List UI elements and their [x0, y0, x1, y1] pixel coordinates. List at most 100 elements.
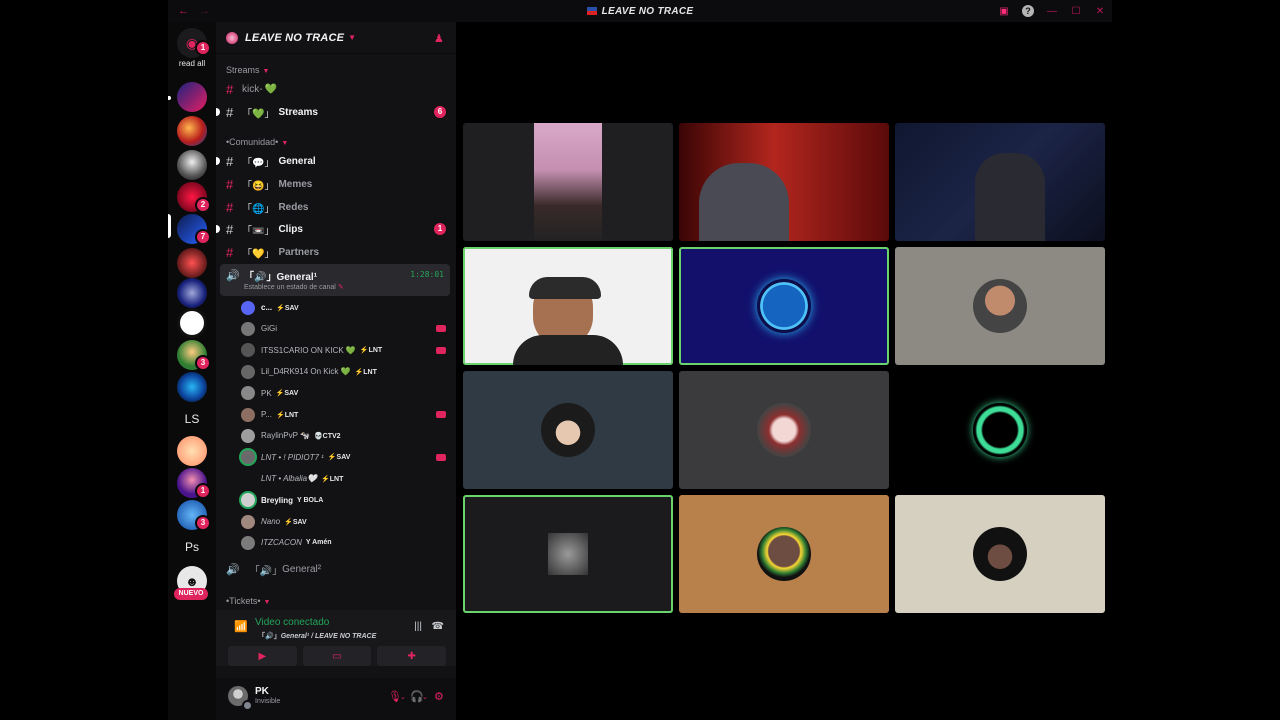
mention-badge: 6	[434, 106, 446, 118]
avatar	[973, 403, 1027, 457]
gear-icon[interactable]: ⚙	[434, 690, 444, 703]
avatar	[241, 343, 255, 358]
user-tag: Y BOLA	[297, 496, 324, 504]
disconnect-icon[interactable]: ☎	[432, 621, 444, 632]
category-comunidad[interactable]: •Comunidad• ▼	[226, 137, 288, 147]
channel-streams[interactable]: # 「💚」 Streams 6	[216, 102, 448, 122]
live-video-icon	[436, 453, 446, 461]
category-streams[interactable]: Streams ▼	[226, 65, 269, 75]
server-icon-2[interactable]	[177, 116, 207, 146]
server-icon-7[interactable]	[177, 308, 207, 338]
voice-status[interactable]: Video conectado	[255, 617, 329, 628]
voice-user-name: GiGi	[261, 324, 277, 334]
server-icon-5[interactable]	[177, 248, 207, 278]
voice-channel-general[interactable]: 🔊 「🔊」General¹ 1:28:01 Establece un estad…	[220, 264, 450, 296]
server-icon-6[interactable]	[177, 278, 207, 308]
server-icon-10[interactable]	[177, 436, 207, 466]
channel-clips[interactable]: # 「📼」 Clips 1	[216, 219, 448, 239]
chevron-down-icon[interactable]: ⌄	[422, 693, 428, 701]
server-icon	[226, 31, 238, 44]
read-all-button[interactable]: read all	[168, 59, 216, 68]
video-tile-speaking[interactable]	[463, 247, 673, 365]
voice-user[interactable]: P... ⚡LNT	[241, 405, 446, 424]
video-tile-speaking[interactable]	[679, 247, 889, 365]
history-nav: ← →	[178, 5, 210, 17]
channel-status[interactable]: Establece un estado de canal ✎	[244, 283, 344, 291]
user-tag: 💀CTV2	[313, 432, 341, 440]
video-tile[interactable]	[463, 371, 673, 489]
video-tile[interactable]	[895, 123, 1105, 241]
server-icon-ls[interactable]: LS	[177, 404, 207, 434]
voice-user[interactable]: LNT • Albalia🤍 ⚡LNT	[241, 469, 446, 488]
noise-suppression-icon[interactable]: |||	[414, 621, 422, 632]
invite-icon[interactable]: ♟	[434, 32, 446, 45]
arrow-right-icon[interactable]: →	[199, 5, 210, 17]
voice-user[interactable]: LNT • ! PIDIOT7 ¹ ⚡SAV	[241, 448, 446, 467]
camera-button[interactable]: ▶	[228, 646, 297, 666]
arrow-left-icon[interactable]: ←	[178, 5, 189, 17]
video-tile[interactable]	[463, 123, 673, 241]
server-icon-3[interactable]	[177, 150, 207, 180]
voice-user-name: RaylinPvP 🐄	[261, 431, 310, 441]
video-tile[interactable]	[679, 123, 889, 241]
video-tile[interactable]	[895, 247, 1105, 365]
voice-user[interactable]: Nano ⚡SAV	[241, 512, 446, 531]
video-tile[interactable]	[679, 371, 889, 489]
avatar	[757, 403, 811, 457]
video-tile[interactable]	[895, 495, 1105, 613]
title-bar: ← → LEAVE NO TRACE ▣ ? — ☐ ✕	[168, 0, 1112, 22]
mention-badge: 1	[434, 223, 446, 235]
new-badge: NUEVO	[174, 588, 208, 600]
video-tile[interactable]	[679, 495, 889, 613]
voice-user[interactable]: ITZCACON Y Amén	[241, 533, 446, 552]
avatar	[241, 493, 255, 508]
voice-user[interactable]: PK ⚡SAV	[241, 384, 446, 403]
server-icon-1[interactable]	[177, 82, 207, 112]
server-badge: 1	[195, 483, 211, 499]
video-feed	[534, 123, 602, 241]
help-button[interactable]: ?	[1016, 5, 1040, 17]
user-tag: ⚡LNT	[359, 347, 383, 355]
avatar	[241, 300, 255, 315]
channel-general[interactable]: # 「💬」 General	[216, 151, 448, 171]
unread-indicator	[216, 225, 220, 233]
discord-window: ← → LEAVE NO TRACE ▣ ? — ☐ ✕ ◉ 1 read al…	[168, 0, 1112, 720]
video-tile[interactable]	[895, 371, 1105, 489]
server-badge: 3	[195, 515, 211, 531]
server-icon-9[interactable]	[177, 372, 207, 402]
maximize-button[interactable]: ☐	[1064, 6, 1088, 17]
voice-user[interactable]: RaylinPvP 🐄 💀CTV2	[241, 426, 446, 445]
signal-icon[interactable]: 📶	[234, 620, 248, 633]
channel-memes[interactable]: # 「😆」 Memes	[226, 174, 448, 194]
voice-user-name: PK	[261, 388, 272, 398]
voice-user[interactable]: GiGi	[241, 319, 446, 338]
flag-icon	[586, 6, 597, 15]
voice-location[interactable]: 「🔊」General¹ / LEAVE NO TRACE	[258, 631, 376, 641]
minimize-button[interactable]: —	[1040, 6, 1064, 17]
user-tag: ⚡SAV	[276, 304, 299, 312]
username[interactable]: PK	[255, 686, 269, 697]
user-tag: ⚡SAV	[284, 518, 307, 526]
channel-redes[interactable]: # 「🌐」 Redes	[226, 197, 448, 217]
server-icon-ps[interactable]: Ps	[177, 532, 207, 562]
chevron-down-icon[interactable]: ⌄	[400, 693, 406, 701]
voice-user[interactable]: Breyling Y BOLA	[241, 491, 446, 510]
voice-channel-general-2[interactable]: 🔊 「🔊」 General²	[226, 562, 321, 577]
category-tickets[interactable]: •Tickets• ▼	[226, 596, 270, 606]
screen-share-button[interactable]: ▭	[302, 646, 372, 666]
close-button[interactable]: ✕	[1088, 6, 1112, 17]
hash-icon: #	[226, 221, 234, 237]
channel-partners[interactable]: # 「💛」 Partners	[226, 242, 448, 262]
voice-user[interactable]: c... ⚡SAV	[241, 298, 446, 317]
channel-kick[interactable]: # kick- 💚	[226, 79, 448, 99]
video-stage	[456, 22, 1112, 720]
user-tag: ⚡LNT	[354, 368, 377, 376]
user-tag: ⚡LNT	[275, 411, 299, 419]
user-tag: ⚡SAV	[327, 454, 351, 462]
voice-user[interactable]: Lil_D4RK914 On Kick 💚 ⚡LNT	[241, 362, 446, 381]
inbox-icon[interactable]: ▣	[992, 6, 1016, 17]
server-header[interactable]: LEAVE NO TRACE ▼ ♟	[216, 22, 456, 54]
voice-user[interactable]: ITSS1CARIO ON KICK 💚 ⚡LNT	[241, 341, 446, 360]
activities-button[interactable]: ✚	[377, 646, 447, 666]
video-tile-speaking[interactable]	[463, 495, 673, 613]
